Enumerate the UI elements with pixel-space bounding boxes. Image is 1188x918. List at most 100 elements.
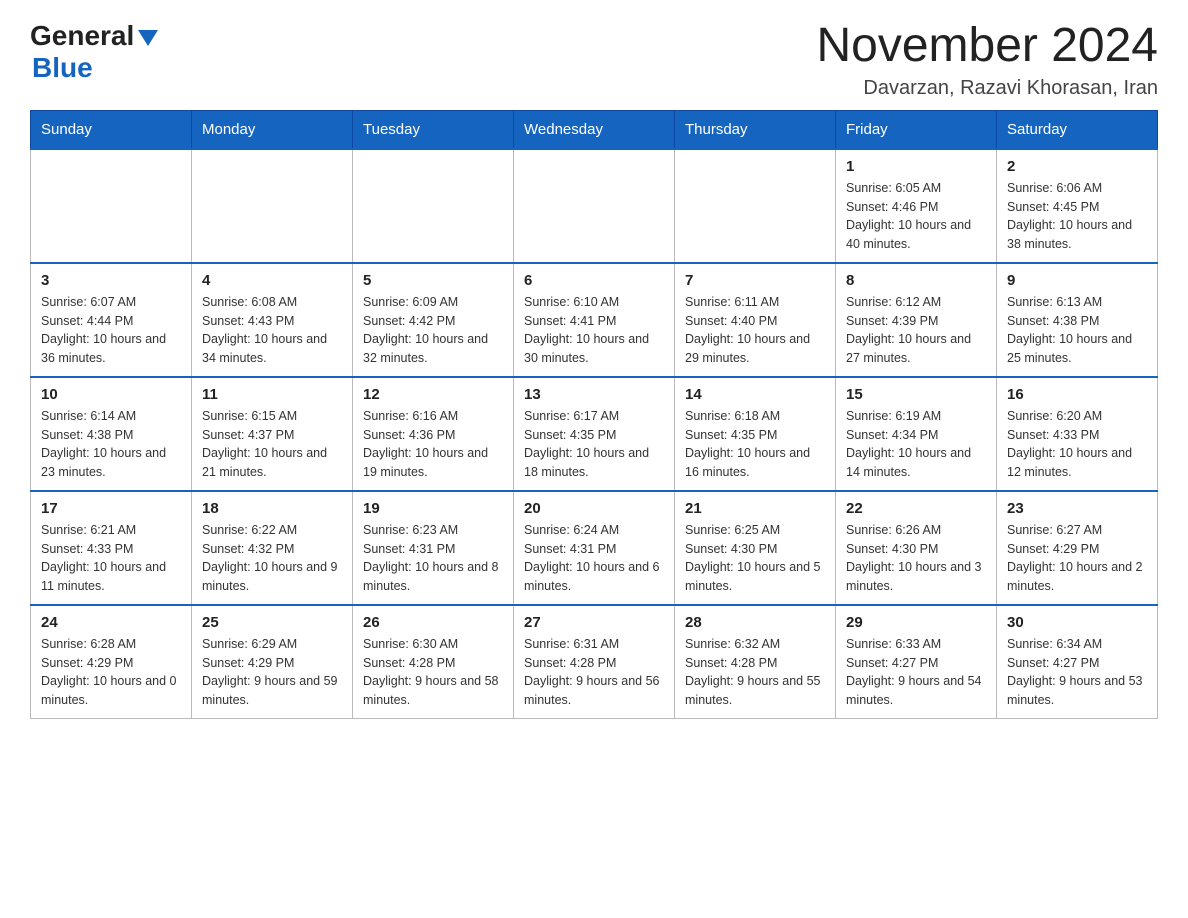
day-info: Sunrise: 6:29 AMSunset: 4:29 PMDaylight:… [202,635,342,710]
day-number: 1 [846,158,986,175]
weekday-header: Wednesday [514,110,675,149]
calendar-cell: 7 Sunrise: 6:11 AMSunset: 4:40 PMDaylight… [675,263,836,377]
month-title: November 2024 [816,20,1158,73]
day-info: Sunrise: 6:28 AMSunset: 4:29 PMDaylight:… [41,635,181,710]
weekday-header: Sunday [31,110,192,149]
day-number: 30 [1007,614,1147,631]
day-number: 23 [1007,500,1147,517]
day-info: Sunrise: 6:17 AMSunset: 4:35 PMDaylight:… [524,407,664,482]
calendar-cell: 8 Sunrise: 6:12 AMSunset: 4:39 PMDaylight… [836,263,997,377]
day-number: 10 [41,386,181,403]
day-number: 11 [202,386,342,403]
weekday-header: Saturday [997,110,1158,149]
day-info: Sunrise: 6:19 AMSunset: 4:34 PMDaylight:… [846,407,986,482]
day-number: 22 [846,500,986,517]
calendar-cell: 16Sunrise: 6:20 AMSunset: 4:33 PMDayligh… [997,377,1158,491]
calendar-cell: 23 Sunrise: 6:27 AMSunset: 4:29 PMDayligh… [997,491,1158,605]
day-number: 5 [363,272,503,289]
calendar-cell: 1 Sunrise: 6:05 AMSunset: 4:46 PMDaylight… [836,149,997,263]
day-number: 15 [846,386,986,403]
day-number: 7 [685,272,825,289]
day-number: 14 [685,386,825,403]
calendar-week-row: 24 Sunrise: 6:28 AMSunset: 4:29 PMDayligh… [31,605,1158,719]
day-info: Sunrise: 6:07 AMSunset: 4:44 PMDaylight:… [41,293,181,368]
logo-blue-text: Blue [32,52,93,84]
day-number: 26 [363,614,503,631]
day-info: Sunrise: 6:05 AMSunset: 4:46 PMDaylight:… [846,179,986,254]
day-number: 9 [1007,272,1147,289]
day-info: Sunrise: 6:15 AMSunset: 4:37 PMDaylight:… [202,407,342,482]
day-info: Sunrise: 6:34 AMSunset: 4:27 PMDaylight:… [1007,635,1147,710]
day-info: Sunrise: 6:18 AMSunset: 4:35 PMDaylight:… [685,407,825,482]
calendar-cell [514,149,675,263]
day-number: 21 [685,500,825,517]
day-info: Sunrise: 6:13 AMSunset: 4:38 PMDaylight:… [1007,293,1147,368]
day-info: Sunrise: 6:21 AMSunset: 4:33 PMDaylight:… [41,521,181,596]
day-info: Sunrise: 6:32 AMSunset: 4:28 PMDaylight:… [685,635,825,710]
calendar-week-row: 3 Sunrise: 6:07 AMSunset: 4:44 PMDaylight… [31,263,1158,377]
calendar-cell: 9 Sunrise: 6:13 AMSunset: 4:38 PMDaylight… [997,263,1158,377]
calendar-cell: 5 Sunrise: 6:09 AMSunset: 4:42 PMDaylight… [353,263,514,377]
calendar-cell: 14 Sunrise: 6:18 AMSunset: 4:35 PMDayligh… [675,377,836,491]
day-info: Sunrise: 6:12 AMSunset: 4:39 PMDaylight:… [846,293,986,368]
calendar-cell: 25 Sunrise: 6:29 AMSunset: 4:29 PMDayligh… [192,605,353,719]
day-info: Sunrise: 6:10 AMSunset: 4:41 PMDaylight:… [524,293,664,368]
logo: General Blue [30,20,158,84]
day-number: 24 [41,614,181,631]
day-info: Sunrise: 6:24 AMSunset: 4:31 PMDaylight:… [524,521,664,596]
day-info: Sunrise: 6:27 AMSunset: 4:29 PMDaylight:… [1007,521,1147,596]
day-info: Sunrise: 6:06 AMSunset: 4:45 PMDaylight:… [1007,179,1147,254]
day-info: Sunrise: 6:11 AMSunset: 4:40 PMDaylight:… [685,293,825,368]
day-number: 27 [524,614,664,631]
day-number: 3 [41,272,181,289]
calendar-cell: 4 Sunrise: 6:08 AMSunset: 4:43 PMDaylight… [192,263,353,377]
day-number: 2 [1007,158,1147,175]
day-info: Sunrise: 6:08 AMSunset: 4:43 PMDaylight:… [202,293,342,368]
day-info: Sunrise: 6:16 AMSunset: 4:36 PMDaylight:… [363,407,503,482]
day-number: 17 [41,500,181,517]
calendar-cell [675,149,836,263]
calendar-cell: 20 Sunrise: 6:24 AMSunset: 4:31 PMDayligh… [514,491,675,605]
calendar-cell: 24 Sunrise: 6:28 AMSunset: 4:29 PMDayligh… [31,605,192,719]
day-number: 16 [1007,386,1147,403]
title-area: November 2024 Davarzan, Razavi Khorasan,… [816,20,1158,100]
calendar-week-row: 17 Sunrise: 6:21 AMSunset: 4:33 PMDayligh… [31,491,1158,605]
calendar-cell: 17 Sunrise: 6:21 AMSunset: 4:33 PMDayligh… [31,491,192,605]
day-number: 18 [202,500,342,517]
day-number: 25 [202,614,342,631]
weekday-header: Friday [836,110,997,149]
calendar-cell: 13 Sunrise: 6:17 AMSunset: 4:35 PMDayligh… [514,377,675,491]
calendar-cell: 19Sunrise: 6:23 AMSunset: 4:31 PMDayligh… [353,491,514,605]
weekday-header: Tuesday [353,110,514,149]
day-info: Sunrise: 6:14 AMSunset: 4:38 PMDaylight:… [41,407,181,482]
calendar-cell: 27Sunrise: 6:31 AMSunset: 4:28 PMDayligh… [514,605,675,719]
calendar-cell: 15 Sunrise: 6:19 AMSunset: 4:34 PMDayligh… [836,377,997,491]
calendar-cell: 30 Sunrise: 6:34 AMSunset: 4:27 PMDayligh… [997,605,1158,719]
day-number: 4 [202,272,342,289]
weekday-header-row: SundayMondayTuesdayWednesdayThursdayFrid… [31,110,1158,149]
day-number: 28 [685,614,825,631]
location-subtitle: Davarzan, Razavi Khorasan, Iran [816,77,1158,100]
calendar-cell: 6 Sunrise: 6:10 AMSunset: 4:41 PMDaylight… [514,263,675,377]
calendar-cell [353,149,514,263]
calendar-cell: 12Sunrise: 6:16 AMSunset: 4:36 PMDayligh… [353,377,514,491]
calendar-cell: 10 Sunrise: 6:14 AMSunset: 4:38 PMDayligh… [31,377,192,491]
calendar-week-row: 1 Sunrise: 6:05 AMSunset: 4:46 PMDaylight… [31,149,1158,263]
logo-triangle-icon [138,30,158,46]
day-info: Sunrise: 6:30 AMSunset: 4:28 PMDaylight:… [363,635,503,710]
day-number: 6 [524,272,664,289]
calendar-cell: 22Sunrise: 6:26 AMSunset: 4:30 PMDayligh… [836,491,997,605]
logo-general-text: General [30,20,134,52]
day-number: 19 [363,500,503,517]
calendar-week-row: 10 Sunrise: 6:14 AMSunset: 4:38 PMDayligh… [31,377,1158,491]
calendar-cell [192,149,353,263]
calendar-cell: 26 Sunrise: 6:30 AMSunset: 4:28 PMDayligh… [353,605,514,719]
calendar-cell: 2 Sunrise: 6:06 AMSunset: 4:45 PMDaylight… [997,149,1158,263]
calendar-cell: 29Sunrise: 6:33 AMSunset: 4:27 PMDayligh… [836,605,997,719]
day-number: 13 [524,386,664,403]
day-number: 8 [846,272,986,289]
day-number: 20 [524,500,664,517]
calendar-cell: 11 Sunrise: 6:15 AMSunset: 4:37 PMDayligh… [192,377,353,491]
day-info: Sunrise: 6:25 AMSunset: 4:30 PMDaylight:… [685,521,825,596]
day-info: Sunrise: 6:09 AMSunset: 4:42 PMDaylight:… [363,293,503,368]
